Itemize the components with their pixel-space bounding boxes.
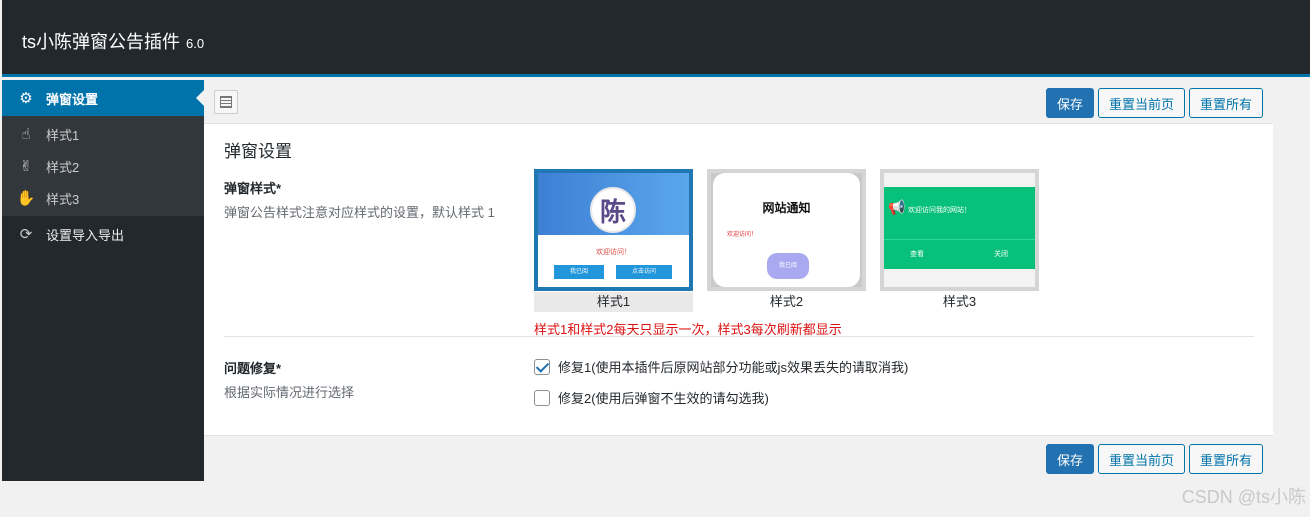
top-bar: ts小陈弹窗公告插件 6.0 [2, 0, 1310, 77]
toolbar-buttons: 保存 重置当前页 重置所有 [1045, 88, 1263, 118]
hand-point-icon: ☝ [21, 126, 31, 143]
style-caption: 样式3 [942, 294, 977, 309]
style-caption: 样式2 [769, 294, 804, 309]
refresh-icon: ⟳ [19, 226, 33, 243]
bottom-toolbar: 保存 重置当前页 重置所有 [204, 435, 1273, 479]
fix1-checkbox[interactable] [534, 358, 550, 375]
megaphone-icon: 📢 [888, 199, 906, 215]
hand-open-icon: ✋ [16, 190, 36, 207]
reset-all-button[interactable]: 重置所有 [1188, 444, 1263, 474]
main-content: 保存 重置当前页 重置所有 弹窗设置 弹窗样式* 弹窗公告样式注意对应样式的设置… [204, 80, 1310, 481]
sidebar-submenu: ☝ 样式1 ✌ 样式2 ✋ 样式3 [2, 116, 204, 216]
thumb-button: 点击访问 [616, 265, 672, 279]
reset-all-button[interactable]: 重置所有 [1188, 88, 1263, 118]
style-field-desc: 弹窗公告样式注意对应样式的设置，默认样式 1 [224, 205, 495, 220]
sidebar-item-import-export[interactable]: ⟳ 设置导入导出 [2, 216, 204, 252]
plugin-version: 6.0 [186, 36, 205, 51]
layout-icon [220, 96, 232, 108]
fix2-label: 修复2(使用后弹窗不生效的请勾选我) [558, 391, 769, 406]
plugin-title-text: ts小陈弹窗公告插件 [22, 32, 181, 52]
sidebar-item-label: 弹窗设置 [46, 91, 99, 107]
sidebar-item-label: 样式1 [46, 127, 80, 143]
style-thumbnail-2: 网站通知 欢迎访问！ 我已阅 [707, 169, 866, 291]
gear-icon: ⚙ [19, 90, 33, 107]
style-thumbnail-1: 陈 欢迎访问！ 我已阅 点击访问 [534, 169, 693, 291]
fix2-option[interactable]: 修复2(使用后弹窗不生效的请勾选我) [534, 388, 769, 407]
fix1-label: 修复1(使用本插件后原网站部分功能或js效果丢失的请取消我) [558, 360, 909, 375]
thumb-title: 网站通知 [762, 201, 811, 215]
fix-field-label: 问题修复* [224, 361, 282, 376]
reset-page-button[interactable]: 重置当前页 [1097, 88, 1185, 118]
style-thumbnail-3: 📢 欢迎访问我的网站！ 查看 关闭 [880, 169, 1039, 291]
sidebar-item-label: 样式3 [46, 191, 80, 207]
plugin-title: ts小陈弹窗公告插件 6.0 [22, 28, 204, 54]
sidebar-item-popup-settings[interactable]: ⚙ 弹窗设置 [2, 80, 204, 116]
section-title: 弹窗设置 [224, 142, 292, 161]
thumb-button: 我已阅 [554, 265, 604, 279]
thumb-link: 关闭 [994, 251, 1008, 258]
save-button[interactable]: 保存 [1045, 444, 1094, 474]
app-window: ts小陈弹窗公告插件 6.0 ⚙ 弹窗设置 ☝ 样式1 ✌ 样式2 ✋ 样式3 ⟳… [2, 0, 1310, 481]
toolbar-buttons: 保存 重置当前页 重置所有 [1045, 444, 1263, 474]
style-option-3[interactable]: 📢 欢迎访问我的网站！ 查看 关闭 样式3 [880, 169, 1039, 312]
thumb-button: 我已阅 [767, 253, 809, 279]
thumb-link: 查看 [910, 251, 924, 258]
watermark: CSDN @ts小陈 [1181, 487, 1306, 507]
sidebar-item-label: 样式2 [46, 159, 80, 175]
hand-peace-icon: ✌ [19, 158, 33, 175]
thumb-text: 欢迎访问！ [596, 249, 631, 256]
sidebar-item-style2[interactable]: ✌ 样式2 [2, 150, 204, 182]
sidebar-item-label: 设置导入导出 [46, 227, 125, 243]
style-caption: 样式1 [534, 292, 693, 312]
divider [224, 336, 1254, 337]
reset-page-button[interactable]: 重置当前页 [1097, 444, 1185, 474]
style-field-label: 弹窗样式* [224, 181, 282, 196]
style-option-1[interactable]: 陈 欢迎访问！ 我已阅 点击访问 样式1 [534, 169, 693, 312]
expand-toggle-button[interactable] [214, 90, 238, 114]
save-button[interactable]: 保存 [1045, 88, 1094, 118]
fix1-option[interactable]: 修复1(使用本插件后原网站部分功能或js效果丢失的请取消我) [534, 357, 908, 376]
style-options: 陈 欢迎访问！ 我已阅 点击访问 样式1 网站通知 欢迎访问！ 我已阅 样式2 … [534, 169, 1039, 312]
sidebar: ⚙ 弹窗设置 ☝ 样式1 ✌ 样式2 ✋ 样式3 ⟳ 设置导入导出 [2, 80, 204, 481]
sidebar-item-style3[interactable]: ✋ 样式3 [2, 182, 204, 214]
fix2-checkbox[interactable] [534, 389, 550, 406]
style-option-2[interactable]: 网站通知 欢迎访问！ 我已阅 样式2 [707, 169, 866, 312]
fix-field-desc: 根据实际情况进行选择 [224, 385, 355, 400]
thumb-text: 欢迎访问我的网站！ [908, 207, 971, 214]
sidebar-item-style1[interactable]: ☝ 样式1 [2, 118, 204, 150]
top-toolbar: 保存 重置当前页 重置所有 [204, 80, 1273, 124]
thumb-text: 欢迎访问！ [727, 232, 758, 238]
avatar: 陈 [590, 187, 636, 233]
settings-panel: 弹窗设置 弹窗样式* 弹窗公告样式注意对应样式的设置，默认样式 1 陈 欢迎访问… [204, 124, 1273, 435]
